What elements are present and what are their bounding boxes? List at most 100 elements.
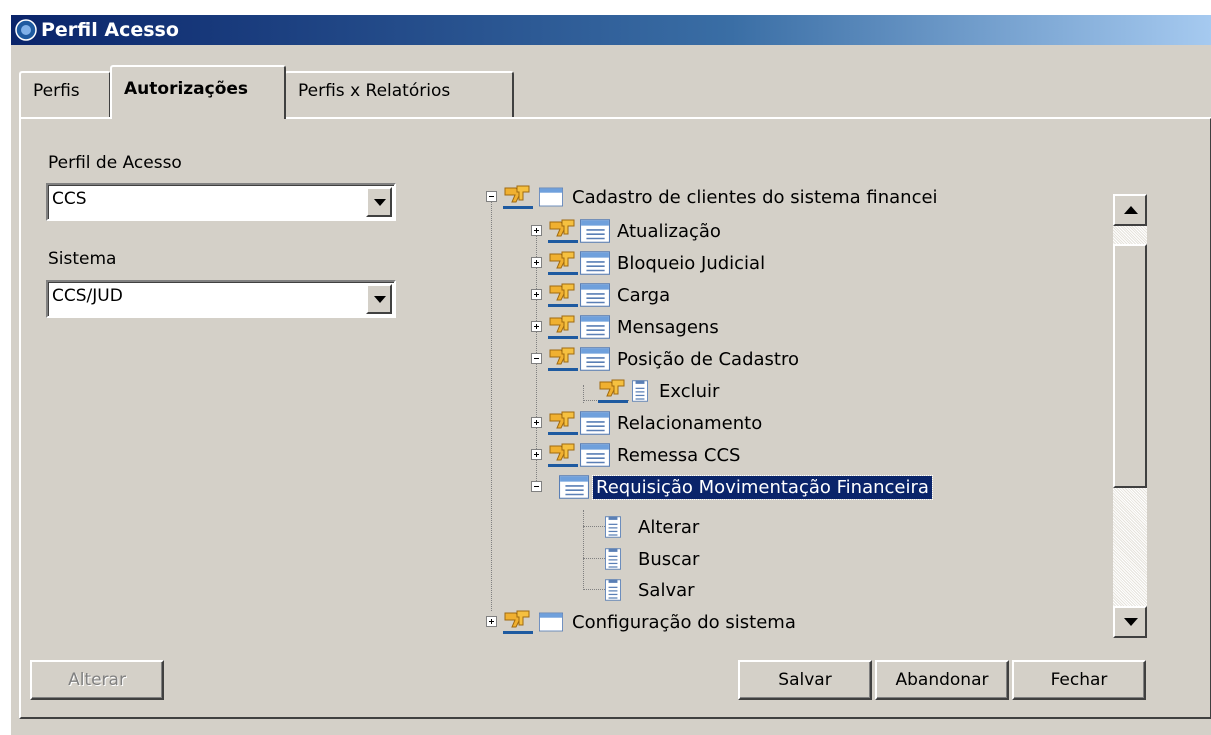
app-globe-icon — [15, 19, 37, 41]
list-icon — [580, 283, 610, 307]
tree-node-mensagens[interactable]: Mensagens — [546, 312, 722, 342]
tab-autorizacoes[interactable]: Autorizações — [110, 65, 286, 119]
tree-node-bloqueio-judicial[interactable]: Bloqueio Judicial — [546, 248, 768, 278]
tab-perfis-x-relatorios[interactable]: Perfis x Relatórios — [284, 71, 514, 117]
access-key-icon — [596, 378, 630, 404]
collapse-toggle[interactable] — [486, 191, 497, 202]
perfil-dropdown-button[interactable] — [366, 187, 392, 217]
tree-connector — [583, 510, 584, 590]
expand-toggle[interactable] — [531, 257, 542, 268]
tree-node-label: Relacionamento — [617, 412, 763, 434]
list-icon — [580, 315, 610, 339]
salvar-button-label: Salvar — [778, 670, 832, 690]
arrow-up-icon — [1124, 206, 1138, 214]
access-key-icon — [546, 282, 580, 308]
access-key-icon — [546, 250, 580, 276]
fechar-button-label: Fechar — [1050, 670, 1108, 690]
scroll-thumb[interactable] — [1113, 244, 1147, 488]
document-icon — [605, 516, 621, 538]
expand-toggle[interactable] — [486, 616, 497, 627]
window-icon — [539, 187, 563, 207]
title-bar: Perfil Acesso — [11, 15, 1211, 45]
tree-node-requisicao-movimentacao-financeira[interactable]: Requisição Movimentação Financeira — [559, 472, 933, 502]
tree-node-buscar[interactable]: Buscar — [605, 544, 702, 574]
scroll-down-button[interactable] — [1113, 606, 1147, 638]
access-key-icon — [546, 314, 580, 340]
tree-node-cadastro[interactable]: Cadastro de clientes do sistema financei — [501, 182, 941, 212]
tree-connector — [491, 199, 492, 611]
expand-toggle[interactable] — [531, 225, 542, 236]
fechar-button[interactable]: Fechar — [1012, 660, 1146, 700]
tree-node-label: Atualização — [617, 220, 721, 242]
access-key-icon — [546, 346, 580, 372]
list-icon — [580, 347, 610, 371]
access-key-icon — [546, 410, 580, 436]
tree-connector — [583, 589, 605, 590]
perfil-combobox[interactable]: CCS — [46, 183, 396, 221]
list-icon — [580, 443, 610, 467]
perfil-label: Perfil de Acesso — [48, 153, 182, 173]
salvar-button[interactable]: Salvar — [738, 660, 872, 700]
chevron-down-icon — [374, 199, 386, 206]
chevron-down-icon — [374, 296, 386, 303]
collapse-toggle[interactable] — [531, 353, 542, 364]
access-key-icon — [501, 609, 535, 635]
tree-vertical-scrollbar[interactable] — [1113, 194, 1147, 638]
tree-node-salvar[interactable]: Salvar — [605, 575, 698, 605]
expand-toggle[interactable] — [531, 449, 542, 460]
abandonar-button-label: Abandonar — [895, 670, 989, 690]
document-icon — [605, 548, 621, 570]
access-key-icon — [546, 218, 580, 244]
list-icon — [580, 411, 610, 435]
tree-node-posicao-de-cadastro[interactable]: Posição de Cadastro — [546, 344, 802, 374]
document-icon — [632, 380, 648, 402]
tree-connector — [583, 558, 605, 559]
tree-node-label: Posição de Cadastro — [617, 348, 799, 370]
sistema-combobox[interactable]: CCS/JUD — [46, 280, 396, 318]
list-icon — [580, 219, 610, 243]
tree-node-label-selected: Requisição Movimentação Financeira — [592, 474, 933, 500]
tree-node-label: Alterar — [638, 516, 700, 538]
tree-node-label: Bloqueio Judicial — [617, 252, 766, 274]
sistema-label: Sistema — [48, 249, 117, 269]
collapse-toggle[interactable] — [531, 481, 542, 492]
tree-node-excluir[interactable]: Excluir — [596, 376, 722, 406]
tab-perfis-x-relatorios-label: Perfis x Relatórios — [298, 81, 451, 101]
tree-node-label: Buscar — [638, 548, 700, 570]
tab-perfis-label: Perfis — [33, 81, 80, 101]
tree-node-label: Cadastro de clientes do sistema financei — [572, 186, 938, 208]
access-key-icon — [501, 184, 535, 210]
tree-node-relacionamento[interactable]: Relacionamento — [546, 408, 765, 438]
alterar-button-label: Alterar — [68, 670, 126, 690]
scroll-up-button[interactable] — [1113, 194, 1147, 226]
tree-node-label: Excluir — [659, 380, 720, 402]
expand-toggle[interactable] — [531, 417, 542, 428]
tree-node-label: Carga — [617, 284, 671, 306]
access-key-icon — [546, 442, 580, 468]
window-title: Perfil Acesso — [41, 19, 179, 41]
window-icon — [539, 612, 563, 632]
tree-node-remessa-ccs[interactable]: Remessa CCS — [546, 440, 743, 470]
abandonar-button[interactable]: Abandonar — [875, 660, 1009, 700]
tree-node-configuracao[interactable]: Configuração do sistema — [501, 607, 799, 637]
tree-connector — [583, 526, 605, 527]
sistema-dropdown-button[interactable] — [366, 284, 392, 314]
list-icon — [580, 251, 610, 275]
list-icon — [559, 475, 589, 499]
tree-node-label: Remessa CCS — [617, 444, 741, 466]
document-icon — [605, 579, 621, 601]
tree-node-label: Mensagens — [617, 316, 719, 338]
alterar-button[interactable]: Alterar — [30, 660, 164, 700]
tab-autorizacoes-label: Autorizações — [124, 79, 249, 99]
perfil-value: CCS — [52, 189, 87, 209]
perfil-acesso-window: Perfil Acesso Perfis Perfis x Relatórios… — [10, 14, 1211, 735]
tree-node-label: Configuração do sistema — [572, 611, 796, 633]
tab-perfis[interactable]: Perfis — [19, 71, 111, 117]
expand-toggle[interactable] — [531, 289, 542, 300]
tree-node-atualizacao[interactable]: Atualização — [546, 216, 724, 246]
tree-node-label: Salvar — [638, 579, 695, 601]
tree-node-alterar[interactable]: Alterar — [605, 512, 702, 542]
tree-node-carga[interactable]: Carga — [546, 280, 673, 310]
sistema-value: CCS/JUD — [52, 286, 123, 306]
expand-toggle[interactable] — [531, 321, 542, 332]
